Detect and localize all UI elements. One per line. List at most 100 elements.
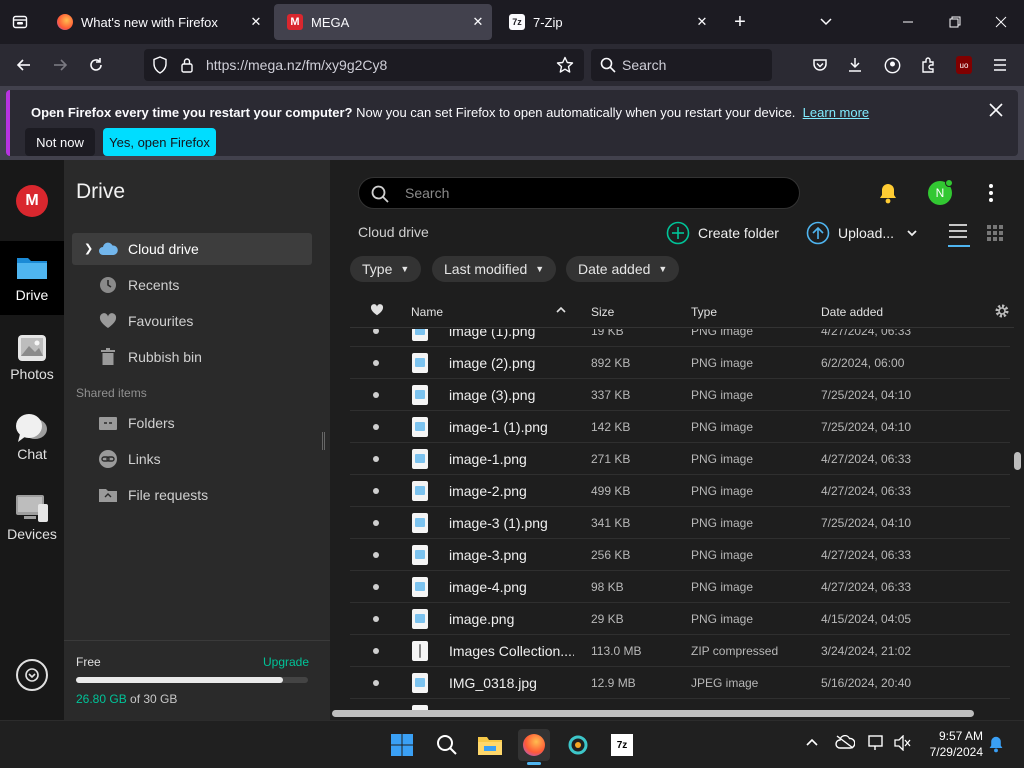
favourite-toggle-icon[interactable] — [373, 424, 379, 430]
favourite-toggle-icon[interactable] — [373, 680, 379, 686]
favourite-toggle-icon[interactable] — [373, 329, 379, 334]
pocket-icon[interactable] — [805, 50, 835, 80]
favourite-toggle-icon[interactable] — [373, 456, 379, 462]
table-row[interactable]: IMG_0318.jpg 12.9 MB JPEG image 5/16/2024, … — [350, 667, 1010, 699]
tab-whats-new[interactable]: What's new with Firefox ✕ — [44, 4, 270, 40]
mega-logo-icon[interactable]: M — [16, 185, 48, 217]
favourite-toggle-icon[interactable] — [373, 360, 379, 366]
tab-7zip[interactable]: 7z 7-Zip ✕ — [496, 4, 716, 40]
favourite-toggle-icon[interactable] — [373, 584, 379, 590]
network-icon[interactable] — [868, 735, 886, 754]
favourite-toggle-icon[interactable] — [373, 616, 379, 622]
create-folder-button[interactable]: Create folder — [666, 221, 779, 245]
bookmark-star-icon[interactable] — [556, 56, 574, 79]
column-size[interactable]: Size — [591, 305, 614, 319]
url-bar[interactable]: https://mega.nz/fm/xy9g2Cy8 — [144, 49, 584, 81]
menu-icon[interactable] — [985, 50, 1015, 80]
downloads-icon[interactable] — [840, 50, 870, 80]
filter-date-added[interactable]: Date added ▼ — [566, 256, 680, 282]
upgrade-link[interactable]: Upgrade — [263, 655, 309, 669]
rail-photos[interactable]: Photos — [0, 320, 64, 394]
table-row[interactable]: image.png 29 KB PNG image 4/15/2024, 04:05 — [350, 603, 1010, 635]
filter-type[interactable]: Type ▼ — [350, 256, 422, 282]
chevron-right-icon[interactable]: ❯ — [84, 242, 93, 255]
window-close-icon[interactable] — [987, 8, 1015, 36]
notification-bell-icon[interactable] — [988, 735, 1004, 756]
favourite-column-icon[interactable] — [370, 304, 384, 319]
restore-icon[interactable] — [941, 8, 969, 36]
notification-close-icon[interactable] — [988, 102, 1008, 122]
favourite-toggle-icon[interactable] — [373, 488, 379, 494]
extensions-icon[interactable] — [913, 50, 943, 80]
table-row[interactable]: Images Collection.... 113.0 MB ZIP compres… — [350, 635, 1010, 667]
avatar[interactable]: N — [928, 179, 953, 205]
favourite-toggle-icon[interactable] — [373, 392, 379, 398]
column-type[interactable]: Type — [691, 305, 717, 319]
grid-view-icon[interactable] — [987, 225, 1003, 246]
learn-more-link[interactable]: Learn more — [803, 105, 869, 120]
table-row[interactable]: image (3).png 337 KB PNG image 7/25/2024, 0… — [350, 379, 1010, 411]
ublock-icon[interactable]: uo — [949, 50, 979, 80]
rail-chat[interactable]: Chat — [0, 400, 64, 474]
sidebar-item-rubbish-bin[interactable]: Rubbish bin — [72, 341, 312, 373]
upload-button[interactable]: Upload... — [806, 221, 918, 245]
breadcrumb[interactable]: Cloud drive — [358, 224, 429, 240]
table-row[interactable]: image-3 (1).png 341 KB PNG image 7/25/2024,… — [350, 507, 1010, 539]
mega-search-input[interactable]: Search — [358, 177, 800, 209]
filter-last-modified[interactable]: Last modified ▼ — [432, 256, 557, 282]
sidebar-item-recents[interactable]: Recents — [72, 269, 312, 301]
onedrive-offline-icon[interactable] — [835, 734, 856, 752]
new-tab-icon[interactable]: + — [726, 8, 754, 36]
column-settings-icon[interactable] — [994, 303, 1010, 322]
table-row[interactable]: image (2).png 892 KB PNG image 6/2/2024, 06… — [350, 347, 1010, 379]
not-now-button[interactable]: Not now — [25, 128, 95, 156]
close-icon[interactable]: ✕ — [242, 14, 270, 30]
firefox-view-icon[interactable] — [6, 8, 34, 36]
transfers-icon[interactable] — [16, 659, 48, 691]
table-row[interactable]: image-4.png 98 KB PNG image 4/27/2024, 06:3… — [350, 571, 1010, 603]
table-row[interactable]: image-1 (1).png 142 KB PNG image 7/25/2024,… — [350, 411, 1010, 443]
lock-icon[interactable] — [180, 57, 194, 78]
favourite-toggle-icon[interactable] — [373, 520, 379, 526]
sidebar-resize-handle[interactable] — [322, 432, 325, 450]
column-date[interactable]: Date added — [821, 305, 883, 319]
horizontal-scrollbar[interactable] — [332, 710, 974, 717]
back-icon[interactable] — [9, 50, 39, 80]
clock[interactable]: 9:57 AM 7/29/2024 — [921, 728, 983, 760]
list-view-icon[interactable] — [948, 223, 970, 247]
table-row[interactable]: image-3.png 256 KB PNG image 4/27/2024, 06:… — [350, 539, 1010, 571]
account-icon[interactable] — [877, 50, 907, 80]
sidebar-item-folders[interactable]: Folders — [72, 407, 312, 439]
scrollbar-thumb[interactable] — [1014, 452, 1021, 470]
yes-open-firefox-button[interactable]: Yes, open Firefox — [103, 128, 216, 156]
reload-icon[interactable] — [81, 50, 111, 80]
taskbar-firefox-icon[interactable] — [518, 729, 550, 761]
tracking-shield-icon[interactable] — [152, 56, 168, 79]
table-row[interactable]: image-2.png 499 KB PNG image 4/27/2024, 06:… — [350, 475, 1010, 507]
sidebar-item-favourites[interactable]: Favourites — [72, 305, 312, 337]
table-row[interactable]: image (1).png 19 KB PNG image 4/27/2024, 06… — [350, 329, 1010, 347]
forward-icon[interactable] — [45, 50, 75, 80]
bell-icon[interactable] — [878, 182, 898, 209]
taskbar-search-icon[interactable] — [431, 729, 463, 761]
minimize-icon[interactable] — [894, 8, 922, 36]
browser-search-input[interactable]: Search — [591, 49, 772, 81]
close-icon[interactable]: ✕ — [464, 14, 492, 30]
volume-muted-icon[interactable] — [894, 734, 912, 754]
more-options-icon[interactable] — [986, 182, 996, 204]
favourite-toggle-icon[interactable] — [373, 552, 379, 558]
sidebar-item-links[interactable]: Links — [72, 443, 312, 475]
tab-mega[interactable]: M MEGA ✕ — [274, 4, 492, 40]
list-tabs-icon[interactable] — [812, 8, 840, 36]
windows-start-icon[interactable] — [386, 729, 418, 761]
column-name[interactable]: Name — [411, 305, 443, 319]
taskbar-7zip-icon[interactable]: 7z — [606, 729, 638, 761]
rail-drive[interactable]: Drive — [0, 241, 64, 315]
sidebar-item-file-requests[interactable]: File requests — [72, 479, 312, 511]
file-explorer-icon[interactable] — [474, 729, 506, 761]
favourite-toggle-icon[interactable] — [373, 648, 379, 654]
vertical-scrollbar[interactable] — [1014, 330, 1022, 710]
rail-devices[interactable]: Devices — [0, 480, 64, 554]
sidebar-item-cloud-drive[interactable]: ❯ Cloud drive — [72, 233, 312, 265]
show-hidden-icons[interactable] — [805, 735, 819, 752]
